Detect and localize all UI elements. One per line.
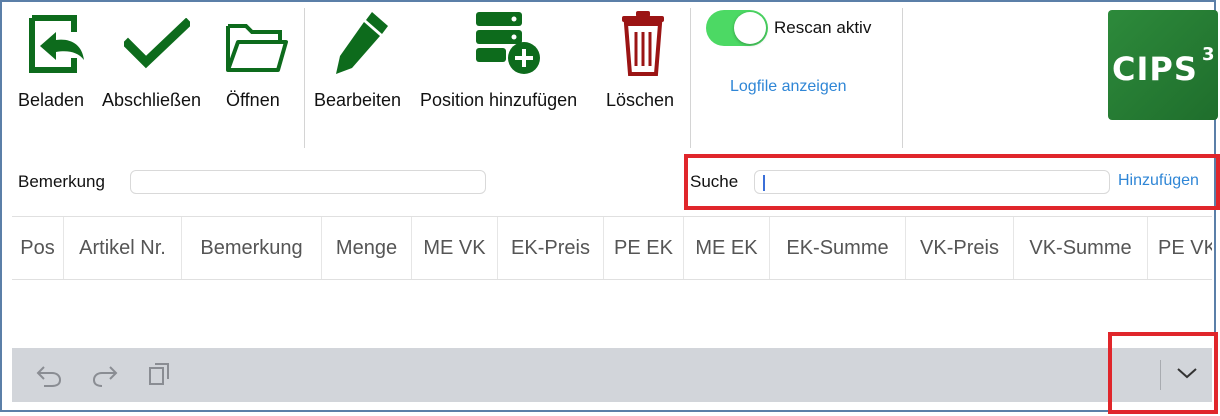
beladen-label: Beladen — [18, 90, 85, 110]
bearbeiten-label: Bearbeiten — [314, 90, 402, 110]
oeffnen-button[interactable]: Öffnen — [220, 10, 294, 114]
column-header[interactable]: EK-Preis — [498, 217, 604, 279]
abschliessen-label: Abschließen — [102, 90, 202, 110]
folder-open-icon — [226, 24, 288, 72]
column-header[interactable]: PE VK — [1148, 217, 1212, 279]
trash-icon — [622, 11, 664, 76]
position-hinzufuegen-label: Position hinzufügen — [420, 90, 578, 110]
keyboard-accessory-bar — [12, 348, 1212, 402]
beladen-button[interactable]: Beladen — [14, 10, 100, 114]
logo-text: CIPS — [1112, 50, 1198, 88]
pencil-icon — [336, 12, 388, 74]
table-header: Pos Artikel Nr. Bemerkung Menge ME VK EK… — [12, 216, 1212, 280]
column-header[interactable]: Artikel Nr. — [64, 217, 182, 279]
redo-icon[interactable] — [92, 363, 118, 387]
toolbar-divider — [304, 8, 305, 148]
column-header[interactable]: Pos — [12, 217, 64, 279]
toggle-knob — [734, 12, 766, 44]
column-header[interactable]: Menge — [322, 217, 412, 279]
rescan-label: Rescan aktiv — [774, 18, 872, 37]
cips-logo: CIPS 3 — [1108, 10, 1218, 120]
oeffnen-label: Öffnen — [226, 90, 280, 110]
position-hinzufuegen-button[interactable]: Position hinzufügen — [418, 10, 600, 114]
add-server-icon — [476, 12, 540, 74]
column-header[interactable]: VK-Preis — [906, 217, 1014, 279]
column-header[interactable]: EK-Summe — [770, 217, 906, 279]
app-window: Beladen Abschließen Öffnen Bearbeiten Po… — [0, 0, 1220, 414]
toolbar-divider — [690, 8, 691, 148]
logfile-link[interactable]: Logfile anzeigen — [730, 78, 847, 96]
toolbar-divider — [902, 8, 903, 148]
load-arrow-icon — [29, 15, 84, 73]
chevron-highlight-box — [1108, 332, 1218, 414]
column-header[interactable]: VK-Summe — [1014, 217, 1148, 279]
remark-input[interactable] — [130, 170, 486, 194]
logo-superscript: 3 — [1202, 44, 1215, 65]
column-header[interactable]: ME EK — [684, 217, 770, 279]
remark-label: Bemerkung — [18, 172, 105, 191]
checkmark-icon — [124, 18, 190, 69]
loeschen-button[interactable]: Löschen — [602, 10, 686, 114]
column-header[interactable]: ME VK — [412, 217, 498, 279]
paste-icon[interactable] — [148, 362, 170, 386]
undo-icon[interactable] — [36, 363, 62, 387]
rescan-toggle[interactable] — [706, 10, 768, 46]
search-highlight-box — [684, 154, 1220, 210]
column-header[interactable]: PE EK — [604, 217, 684, 279]
loeschen-label: Löschen — [606, 90, 675, 110]
abschliessen-button[interactable]: Abschließen — [98, 10, 214, 114]
bearbeiten-button[interactable]: Bearbeiten — [312, 10, 416, 114]
column-header[interactable]: Bemerkung — [182, 217, 322, 279]
